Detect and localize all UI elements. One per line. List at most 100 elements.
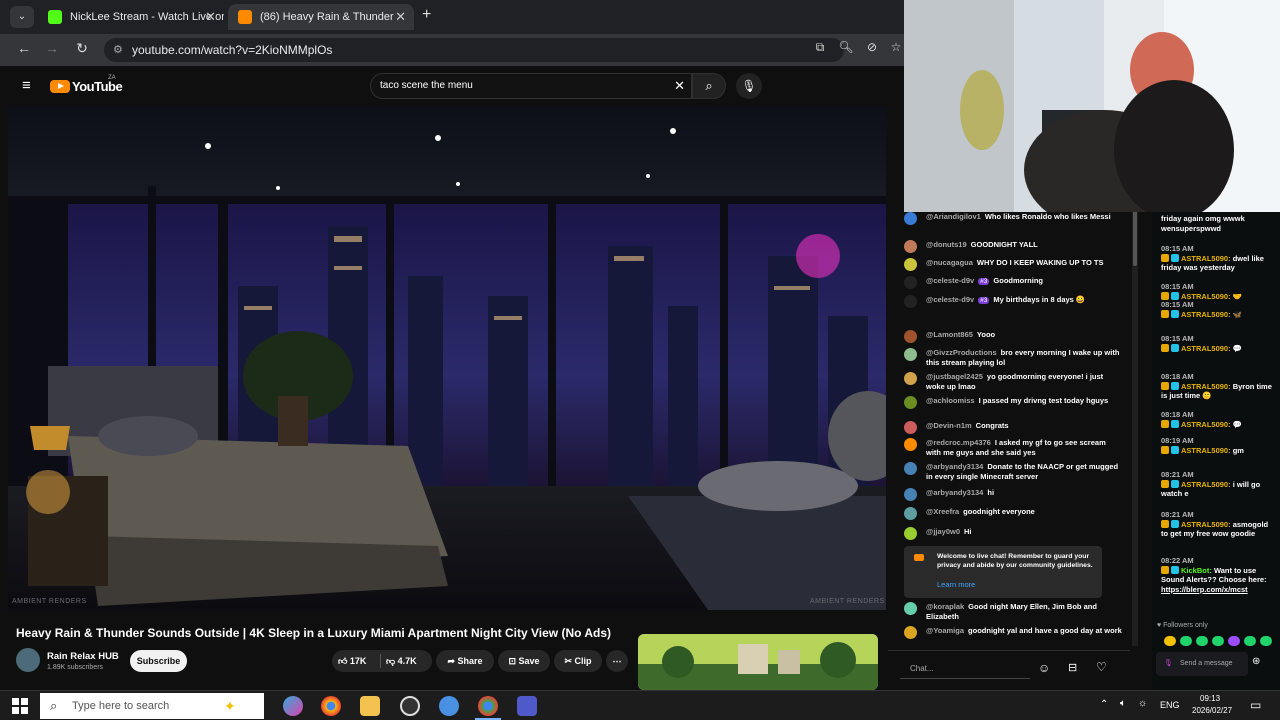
- network-icon[interactable]: ☼: [1138, 698, 1147, 709]
- copilot-icon[interactable]: [283, 696, 303, 716]
- voice-search-button[interactable]: 🎙︎: [736, 73, 762, 99]
- kick-username[interactable]: ASTRAL5090:: [1181, 310, 1231, 319]
- search-button[interactable]: ⌕: [692, 73, 726, 99]
- kick-username[interactable]: ASTRAL5090:: [1181, 344, 1231, 353]
- subscribe-button[interactable]: Subscribe: [130, 650, 187, 672]
- close-tab-icon[interactable]: ✕: [205, 4, 216, 30]
- chat-author[interactable]: @arbyandy3134: [926, 462, 983, 471]
- chat-author[interactable]: @celeste-d9v: [926, 276, 974, 285]
- channel-name[interactable]: Rain Relax HUB: [47, 651, 119, 662]
- emote-picker-icon[interactable]: ⊛: [1252, 656, 1260, 667]
- chat-author[interactable]: @redcroc.mp4376: [926, 438, 991, 447]
- save-button[interactable]: ⊡ Save: [498, 650, 550, 672]
- emote-icon[interactable]: [1244, 636, 1256, 646]
- user-avatar[interactable]: [904, 527, 917, 540]
- learn-more-link[interactable]: Learn more: [937, 580, 975, 589]
- obs-icon[interactable]: [400, 696, 420, 716]
- like-button[interactable]: 👍︎ 17K: [338, 650, 366, 672]
- emote-icon[interactable]: [1164, 636, 1176, 646]
- user-avatar[interactable]: [904, 421, 917, 434]
- chrome-active-icon[interactable]: [478, 696, 498, 716]
- chat-author[interactable]: @Lamont865: [926, 330, 973, 339]
- user-avatar[interactable]: [904, 240, 917, 253]
- kick-send-input[interactable]: 🎙︎ Send a message: [1156, 652, 1248, 676]
- tab-list-button[interactable]: ⌄: [10, 6, 34, 28]
- emote-icon[interactable]: [1260, 636, 1272, 646]
- app-icon[interactable]: [439, 696, 459, 716]
- tab-kick-stream[interactable]: NickLee Stream - Watch Live on ✕: [38, 4, 224, 30]
- tracking-icon[interactable]: ⊘: [862, 40, 882, 54]
- chat-author[interactable]: @Devin-n1m: [926, 421, 972, 430]
- hamburger-menu-icon[interactable]: ≡: [22, 77, 31, 94]
- chat-author[interactable]: @Ariandigilov1: [926, 212, 981, 221]
- tab-youtube-video[interactable]: (86) Heavy Rain & Thunder ✕: [228, 4, 414, 30]
- chat-scrollbar-thumb[interactable]: [1133, 210, 1137, 266]
- kick-username[interactable]: ASTRAL5090:: [1181, 520, 1231, 529]
- clip-button[interactable]: ✂ Clip: [554, 650, 602, 672]
- kick-username[interactable]: KickBot:: [1181, 566, 1212, 575]
- chat-author[interactable]: @GivzzProductions: [926, 348, 997, 357]
- forward-icon[interactable]: →: [42, 40, 62, 56]
- kick-username[interactable]: ASTRAL5090:: [1181, 254, 1231, 263]
- file-explorer-icon[interactable]: [360, 696, 380, 716]
- emote-icon[interactable]: [1196, 636, 1208, 646]
- chat-author[interactable]: @achloomiss: [926, 396, 975, 405]
- heart-icon[interactable]: ♡: [1096, 660, 1107, 674]
- chat-author[interactable]: @donuts19: [926, 240, 967, 249]
- emote-icon[interactable]: [1212, 636, 1224, 646]
- kick-username[interactable]: ASTRAL5090:: [1181, 446, 1231, 455]
- input-language[interactable]: ENG: [1160, 700, 1180, 710]
- notifications-icon[interactable]: ▭: [1250, 698, 1261, 712]
- channel-avatar[interactable]: [16, 648, 40, 672]
- speaker-icon[interactable]: 🔈︎: [1120, 698, 1126, 709]
- user-avatar[interactable]: [904, 258, 917, 271]
- chat-input[interactable]: Chat...: [900, 659, 1030, 679]
- chat-author[interactable]: @koraplak: [926, 602, 964, 611]
- dislike-button[interactable]: 👎︎ 4.7K: [386, 650, 417, 672]
- kick-username[interactable]: ASTRAL5090:: [1181, 420, 1231, 429]
- user-avatar[interactable]: [904, 438, 917, 451]
- kick-link[interactable]: https://blerp.com/x/mcst: [1161, 585, 1277, 595]
- zoom-icon[interactable]: 🔍︎: [836, 40, 856, 54]
- mic-icon[interactable]: 🎙︎: [1164, 652, 1173, 676]
- bookmark-star-icon[interactable]: ☆: [886, 40, 906, 54]
- reload-icon[interactable]: ↻: [72, 40, 92, 57]
- user-avatar[interactable]: [904, 626, 917, 639]
- chat-author[interactable]: @jjay0w0: [926, 527, 960, 536]
- tray-chevron-icon[interactable]: ⌃: [1100, 699, 1108, 710]
- share-button[interactable]: ➦ Share: [436, 650, 494, 672]
- user-avatar[interactable]: [904, 372, 917, 385]
- clock-date[interactable]: 2026/02/27: [1192, 706, 1232, 715]
- clear-search-icon[interactable]: ✕: [674, 74, 685, 98]
- search-input[interactable]: taco scene the menu ✕: [370, 73, 692, 99]
- url-field[interactable]: ⚙ youtube.com/watch?v=2KioNMMplOs: [104, 38, 844, 62]
- kick-username[interactable]: ASTRAL5090:: [1181, 382, 1231, 391]
- user-avatar[interactable]: [904, 507, 917, 520]
- clock-time[interactable]: 09:13: [1200, 694, 1220, 703]
- new-tab-button[interactable]: +: [422, 6, 431, 24]
- close-tab-icon[interactable]: ✕: [395, 4, 406, 30]
- taskbar-search[interactable]: ⌕ Type here to search ✦: [40, 693, 264, 719]
- more-actions-button[interactable]: ⋯: [606, 650, 628, 672]
- user-avatar[interactable]: [904, 276, 917, 289]
- chat-author[interactable]: @Yoamiga: [926, 626, 964, 635]
- video-player[interactable]: AMBIENT RENDERS AMBIENT RENDERS: [8, 106, 886, 610]
- site-info-icon[interactable]: ⚙: [113, 38, 123, 62]
- user-avatar[interactable]: [904, 295, 917, 308]
- chat-author[interactable]: @arbyandy3134: [926, 488, 983, 497]
- emote-icon[interactable]: [1228, 636, 1240, 646]
- teams-icon[interactable]: [517, 696, 537, 716]
- user-avatar[interactable]: [904, 396, 917, 409]
- install-icon[interactable]: ⧉: [810, 40, 830, 55]
- chat-author[interactable]: @Xreefra: [926, 507, 959, 516]
- emote-icon[interactable]: [1180, 636, 1192, 646]
- user-avatar[interactable]: [904, 602, 917, 615]
- back-icon[interactable]: ←: [14, 40, 34, 56]
- user-avatar[interactable]: [904, 488, 917, 501]
- user-avatar[interactable]: [904, 348, 917, 361]
- chat-author[interactable]: @celeste-d9v: [926, 295, 974, 304]
- user-avatar[interactable]: [904, 330, 917, 343]
- user-avatar[interactable]: [904, 462, 917, 475]
- emoji-icon[interactable]: ☺: [1038, 661, 1050, 675]
- chat-author[interactable]: @nucagagua: [926, 258, 973, 267]
